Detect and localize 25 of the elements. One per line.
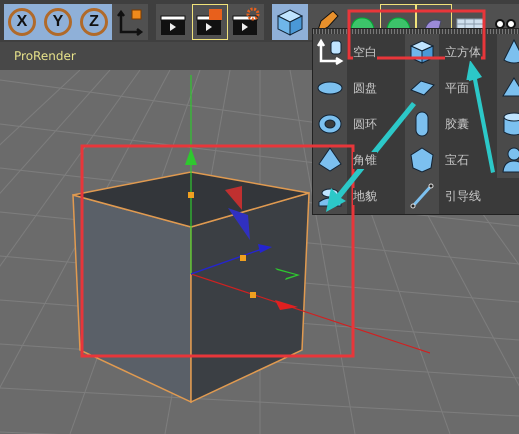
clapperboard-icon [195,7,225,37]
toolbar-button[interactable] [272,4,308,40]
menu-item-label: 圆环 [353,116,377,132]
menu-item-label: 空白 [353,44,377,60]
toolbar-button[interactable] [192,4,228,40]
axes-icon [115,7,145,37]
menu-item-label: 宝石 [445,152,469,168]
menu-item-label: 地貌 [353,188,377,204]
axis-lock-button[interactable]: X [4,4,40,40]
pyramid-icon [313,142,347,178]
menu-item-label: 平面 [445,80,469,96]
menu-item-label: 引导线 [445,188,481,204]
cube-icon [405,34,439,70]
toolbar-button[interactable] [228,4,264,40]
menu-item-label: 圆盘 [353,80,377,96]
axis-lock-button[interactable]: Y [40,4,76,40]
cube-icon [275,7,305,37]
toolbar-button[interactable] [112,4,148,40]
toolbar-button[interactable] [156,4,192,40]
menu-item-label: 立方体 [445,44,481,60]
renderer-tab[interactable]: ProRender [14,49,76,63]
axis-lock-button[interactable]: Z [76,4,112,40]
menu-item-label: 胶囊 [445,116,469,132]
menu-item-label: 角锥 [353,152,377,168]
clapperboard-icon [231,7,261,37]
